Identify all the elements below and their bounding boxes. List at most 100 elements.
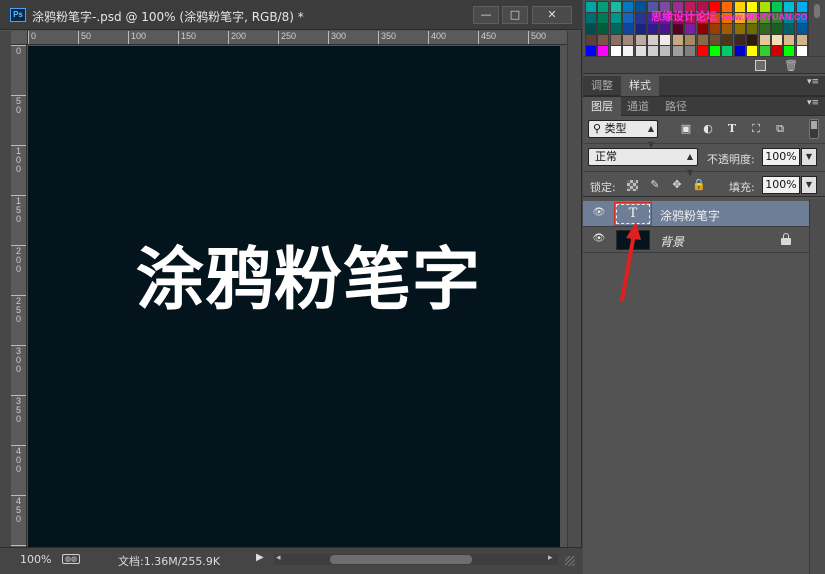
ruler-v-tick: 200 bbox=[11, 245, 26, 274]
ruler-h-tick: 150 bbox=[178, 31, 196, 44]
swatches-footer: 🗑 bbox=[583, 56, 825, 74]
proof-setup-icon[interactable]: ◍◍ bbox=[62, 554, 80, 564]
color-swatch[interactable] bbox=[597, 45, 610, 56]
document-canvas[interactable]: 涂鸦粉笔字 bbox=[28, 46, 560, 547]
photoshop-window: Ps 涂鸦粉笔字-.psd @ 100% (涂鸦粉笔字, RGB/8) * — … bbox=[0, 0, 825, 574]
color-swatch[interactable] bbox=[733, 45, 746, 56]
tab-channels[interactable]: 通道 bbox=[619, 97, 657, 117]
zoom-level[interactable]: 100% bbox=[20, 553, 51, 566]
lock-row: 锁定: ✎ ✥ 🔒 填充: 100% ▼ bbox=[583, 171, 825, 197]
tab-styles[interactable]: 样式 bbox=[621, 76, 659, 96]
color-swatch[interactable] bbox=[709, 45, 721, 56]
ruler-h-tick: 50 bbox=[78, 31, 91, 44]
image-filter-icon[interactable]: ▣ bbox=[679, 122, 693, 135]
maximize-button[interactable]: □ bbox=[502, 6, 528, 24]
resize-grip-icon[interactable] bbox=[565, 556, 575, 566]
layers-tab-bar: 图层 通道 路径 ▾≡ bbox=[583, 96, 825, 117]
new-swatch-icon[interactable] bbox=[755, 60, 766, 71]
visibility-eye-icon[interactable]: 👁 bbox=[592, 234, 606, 244]
blend-mode-value: 正常 bbox=[595, 150, 617, 163]
color-swatch[interactable] bbox=[758, 45, 771, 56]
document-title-bar[interactable]: Ps 涂鸦粉笔字-.psd @ 100% (涂鸦粉笔字, RGB/8) * — … bbox=[0, 0, 582, 30]
trash-icon[interactable]: 🗑 bbox=[784, 59, 798, 72]
lock-image-pixels-icon[interactable]: ✎ bbox=[648, 178, 662, 192]
swatches-scroll-thumb[interactable] bbox=[814, 4, 820, 18]
fill-dropdown-icon[interactable]: ▼ bbox=[801, 176, 817, 194]
ruler-h-tick: 450 bbox=[478, 31, 496, 44]
color-swatch[interactable] bbox=[622, 45, 635, 56]
close-button[interactable]: ✕ bbox=[532, 6, 572, 24]
color-swatch[interactable] bbox=[684, 45, 697, 56]
color-swatch[interactable] bbox=[696, 45, 709, 56]
layer-row[interactable]: 👁 背景 bbox=[583, 227, 809, 253]
ruler-h-tick: 400 bbox=[428, 31, 446, 44]
swatches-scrollbar[interactable] bbox=[808, 0, 825, 56]
layer-name[interactable]: 涂鸦粉笔字 bbox=[660, 207, 720, 224]
ruler-origin[interactable] bbox=[11, 31, 28, 45]
ruler-h-tick: 100 bbox=[128, 31, 146, 44]
status-menu-arrow-icon[interactable]: ▶ bbox=[256, 552, 264, 563]
color-swatch[interactable] bbox=[746, 45, 759, 56]
type-filter-icon[interactable]: T bbox=[725, 122, 739, 135]
filter-toggle[interactable] bbox=[809, 119, 819, 139]
lock-label: 锁定: bbox=[590, 181, 616, 194]
color-swatch[interactable] bbox=[634, 45, 647, 56]
tab-adjustments[interactable]: 调整 bbox=[583, 76, 621, 96]
horizontal-scroll-thumb[interactable] bbox=[330, 555, 472, 564]
scroll-right-arrow-icon[interactable]: ▸ bbox=[548, 553, 553, 563]
color-swatch[interactable] bbox=[585, 45, 597, 56]
layers-panel-menu-icon[interactable]: ▾≡ bbox=[807, 99, 819, 108]
background-layer-thumbnail[interactable] bbox=[616, 230, 650, 250]
opacity-dropdown-icon[interactable]: ▼ bbox=[801, 148, 817, 166]
vertical-ruler[interactable]: 050100150200250300350400450500 bbox=[11, 45, 27, 547]
shape-filter-icon[interactable]: ⛶ bbox=[749, 122, 763, 135]
color-swatch[interactable] bbox=[721, 45, 734, 56]
vertical-scrollbar[interactable] bbox=[567, 31, 581, 547]
color-swatch[interactable] bbox=[609, 45, 622, 56]
color-swatch[interactable] bbox=[659, 45, 672, 56]
lock-transparent-pixels-icon[interactable] bbox=[627, 180, 638, 191]
scroll-left-arrow-icon[interactable]: ◂ bbox=[276, 553, 281, 563]
lock-position-icon[interactable]: ✥ bbox=[670, 178, 684, 192]
layer-row[interactable]: 👁 T 涂鸦粉笔字 bbox=[583, 201, 809, 227]
status-bar: 100% ◍◍ 文档:1.36M/255.9K ▶ ◂ ▸ bbox=[0, 547, 582, 574]
panel-menu-icon[interactable]: ▾≡ bbox=[807, 78, 819, 87]
text-layer-thumbnail[interactable]: T bbox=[614, 202, 652, 226]
ruler-h-tick: 0 bbox=[28, 31, 36, 44]
adjustment-filter-icon[interactable]: ◐ bbox=[701, 122, 715, 135]
ruler-v-tick: 400 bbox=[11, 445, 26, 474]
color-swatch[interactable] bbox=[671, 45, 684, 56]
tab-paths[interactable]: 路径 bbox=[657, 97, 695, 117]
color-swatch[interactable] bbox=[783, 45, 796, 56]
layer-list: 👁 T 涂鸦粉笔字 👁 背景 bbox=[583, 199, 825, 574]
minimize-button[interactable]: — bbox=[473, 6, 499, 24]
watermark-main: 思缘设计论坛 bbox=[651, 10, 717, 23]
canvas-text-layer[interactable]: 涂鸦粉笔字 bbox=[136, 224, 481, 323]
layer-filter-select[interactable]: ⚲ 类型 ▲ ▼ bbox=[588, 120, 658, 149]
fill-label: 填充: bbox=[729, 181, 755, 194]
layer-name[interactable]: 背景 bbox=[660, 233, 684, 250]
right-panel-dock: 思缘设计论坛 www.MISSYUAN.COM 🗑 调整 样式 ▾≡ 图层 通道… bbox=[583, 0, 825, 574]
ruler-v-tick: 100 bbox=[11, 145, 26, 174]
opacity-input[interactable]: 100% bbox=[762, 148, 800, 166]
photoshop-logo-icon: Ps bbox=[10, 8, 26, 22]
tab-layers[interactable]: 图层 bbox=[583, 97, 621, 117]
blend-mode-select[interactable]: 正常 ▲ ▼ bbox=[588, 148, 698, 177]
ruler-h-tick: 250 bbox=[278, 31, 296, 44]
layers-scrollbar[interactable] bbox=[809, 199, 825, 574]
ruler-v-tick: 450 bbox=[11, 495, 26, 524]
ruler-v-tick: 0 bbox=[11, 45, 26, 56]
color-swatch[interactable] bbox=[771, 45, 783, 56]
visibility-eye-icon[interactable]: 👁 bbox=[592, 208, 606, 218]
opacity-label: 不透明度: bbox=[707, 153, 755, 166]
blend-row: 正常 ▲ ▼ 不透明度: 100% ▼ bbox=[583, 143, 825, 177]
fill-input[interactable]: 100% bbox=[762, 176, 800, 194]
ruler-h-tick: 500 bbox=[528, 31, 546, 44]
color-swatch[interactable] bbox=[795, 45, 808, 56]
smart-object-filter-icon[interactable]: ⧉ bbox=[773, 122, 787, 135]
lock-all-icon[interactable]: 🔒 bbox=[692, 178, 706, 192]
color-swatch[interactable] bbox=[647, 45, 659, 56]
layer-filter-row: ⚲ 类型 ▲ ▼ ▣ ◐ T ⛶ ⧉ bbox=[583, 117, 825, 149]
horizontal-ruler[interactable]: 050100150200250300350400450500550600 bbox=[28, 31, 576, 45]
document-left-edge bbox=[0, 31, 11, 547]
